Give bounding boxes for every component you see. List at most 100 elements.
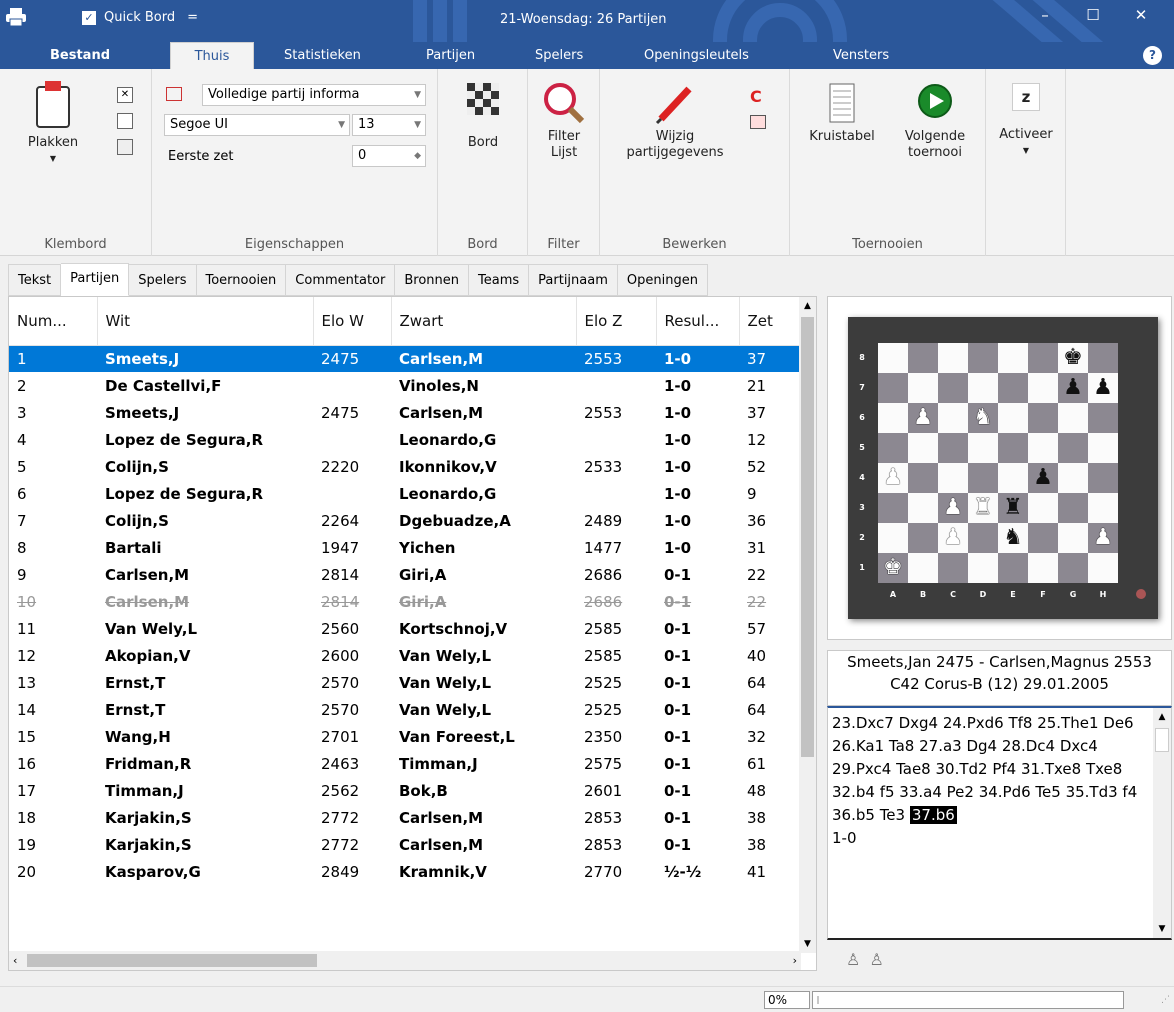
table-row[interactable]: 14 Ernst,T 2570 Van Wely,L 2525 0-1 64 xyxy=(9,696,801,723)
board-square[interactable] xyxy=(1058,433,1088,463)
black-pawn-icon[interactable]: ♟ xyxy=(1093,375,1113,400)
board-square[interactable] xyxy=(968,373,998,403)
table-row[interactable]: 7 Colijn,S 2264 Dgebuadze,A 2489 1-0 36 xyxy=(9,507,801,534)
edit-game-data-button[interactable]: Wijzig partijgegevens xyxy=(610,81,740,161)
black-knight-icon[interactable]: ♞ xyxy=(1003,525,1023,550)
table-row[interactable]: 16 Fridman,R 2463 Timman,J 2575 0-1 61 xyxy=(9,750,801,777)
board-square[interactable]: ♞ xyxy=(998,523,1028,553)
column-header[interactable]: Elo W xyxy=(313,297,392,346)
black-pawn-icon[interactable]: ♟ xyxy=(1033,465,1053,490)
board-square[interactable]: ♟ xyxy=(1088,373,1118,403)
scroll-left-icon[interactable]: ‹ xyxy=(13,951,17,970)
board-square[interactable] xyxy=(1088,403,1118,433)
cut-icon[interactable]: ✕ xyxy=(117,87,133,103)
board-square[interactable] xyxy=(968,463,998,493)
board-square[interactable] xyxy=(1058,523,1088,553)
board-square[interactable]: ♟ xyxy=(938,493,968,523)
board-square[interactable]: ♚ xyxy=(878,553,908,583)
white-pawn-icon[interactable]: ♟ xyxy=(943,495,963,520)
table-row[interactable]: 5 Colijn,S 2220 Ikonnikov,V 2533 1-0 52 xyxy=(9,453,801,480)
chess-board[interactable]: ♚ ♟ ♟ ♟ ♞ ♟ ♟ ♟ ♜ ♜ ♟ ♞ ♟ ♚ xyxy=(878,343,1118,583)
board-square[interactable] xyxy=(968,343,998,373)
help-icon[interactable]: ? xyxy=(1143,46,1162,65)
paste-button[interactable]: Plakken ▼ xyxy=(18,79,88,214)
swap-icon[interactable] xyxy=(750,115,766,129)
notation-scroll-up-icon[interactable]: ▲ xyxy=(1153,708,1171,726)
table-row[interactable]: 1 Smeets,J 2475 Carlsen,M 2553 1-0 37 xyxy=(9,345,801,372)
board-square[interactable] xyxy=(1028,523,1058,553)
panel-tab-spelers[interactable]: Spelers xyxy=(129,264,197,296)
board-square[interactable] xyxy=(908,343,938,373)
board-square[interactable] xyxy=(998,433,1028,463)
white-king-icon[interactable]: ♚ xyxy=(883,555,903,580)
board-square[interactable] xyxy=(968,523,998,553)
board-square[interactable]: ♟ xyxy=(1028,463,1058,493)
board-square[interactable] xyxy=(998,403,1028,433)
board-square[interactable] xyxy=(1028,373,1058,403)
table-row[interactable]: 11 Van Wely,L 2560 Kortschnoj,V 2585 0-1 57 xyxy=(9,615,801,642)
list-horizontal-scrollbar[interactable]: ‹ › xyxy=(9,951,801,970)
board-square[interactable] xyxy=(1028,403,1058,433)
black-king-icon[interactable]: ♚ xyxy=(1063,345,1083,370)
board-square[interactable] xyxy=(878,403,908,433)
board-square[interactable] xyxy=(878,433,908,463)
board-square[interactable]: ♚ xyxy=(1058,343,1088,373)
white-pawn-icon[interactable]: ♟ xyxy=(1093,525,1113,550)
board-square[interactable] xyxy=(1058,493,1088,523)
activate-button[interactable]: z Activeer ▼ xyxy=(992,83,1060,159)
list-vertical-scrollbar[interactable]: ▲ ▼ xyxy=(799,297,816,953)
table-row[interactable]: 2 De Castellvi,F Vinoles,N 1-0 21 xyxy=(9,372,801,399)
board-square[interactable] xyxy=(968,433,998,463)
board-square[interactable]: ♜ xyxy=(968,493,998,523)
list-horizontal-thumb[interactable] xyxy=(27,954,317,967)
board-square[interactable] xyxy=(878,523,908,553)
table-row[interactable]: 13 Ernst,T 2570 Van Wely,L 2525 0-1 64 xyxy=(9,669,801,696)
minimize-button[interactable]: – xyxy=(1022,0,1068,32)
table-row[interactable]: 19 Karjakin,S 2772 Carlsen,M 2853 0-1 38 xyxy=(9,831,801,858)
white-pawn-icon[interactable]: ♟ xyxy=(943,525,963,550)
board-square[interactable] xyxy=(998,553,1028,583)
board-square[interactable] xyxy=(1088,553,1118,583)
panel-tab-commentator[interactable]: Commentator xyxy=(286,264,396,296)
white-knight-icon[interactable]: ♞ xyxy=(973,405,993,430)
column-header[interactable]: Resul... xyxy=(656,297,740,346)
board-square[interactable]: ♟ xyxy=(1088,523,1118,553)
info-combo[interactable]: Volledige partij informa ▼ xyxy=(202,84,426,106)
scroll-right-icon[interactable]: › xyxy=(793,951,797,970)
board-square[interactable]: ♜ xyxy=(998,493,1028,523)
table-row[interactable]: 6 Lopez de Segura,R Leonardo,G 1-0 9 xyxy=(9,480,801,507)
white-pawn-icon[interactable]: ♟ xyxy=(913,405,933,430)
table-row[interactable]: 9 Carlsen,M 2814 Giri,A 2686 0-1 22 xyxy=(9,561,801,588)
quick-board-checkbox[interactable]: ✓ xyxy=(82,10,96,25)
font-combo[interactable]: Segoe UI ▼ xyxy=(164,114,350,136)
board-square[interactable]: ♟ xyxy=(878,463,908,493)
current-move[interactable]: 37.b6 xyxy=(909,806,957,824)
notation-scroll-thumb[interactable] xyxy=(1155,728,1169,752)
notation-scrollbar[interactable]: ▲ ▼ xyxy=(1153,708,1171,938)
white-pawn-icon[interactable]: ♙ xyxy=(846,950,860,969)
column-header[interactable]: Num... xyxy=(9,297,98,346)
board-square[interactable] xyxy=(938,463,968,493)
board-button[interactable]: Bord xyxy=(448,83,518,151)
copy-icon[interactable] xyxy=(117,113,133,129)
table-row[interactable]: 18 Karjakin,S 2772 Carlsen,M 2853 0-1 38 xyxy=(9,804,801,831)
board-square[interactable]: ♟ xyxy=(1058,373,1088,403)
maximize-button[interactable]: ☐ xyxy=(1070,0,1116,32)
panel-tab-tekst[interactable]: Tekst xyxy=(8,264,62,296)
panel-tab-partijen[interactable]: Partijen xyxy=(61,263,130,296)
list-vertical-thumb[interactable] xyxy=(801,317,814,757)
close-button[interactable]: ✕ xyxy=(1118,0,1164,32)
tab-thuis[interactable]: Thuis xyxy=(170,42,254,69)
magnet-icon[interactable]: C xyxy=(750,87,762,106)
board-square[interactable] xyxy=(1088,463,1118,493)
tab-bestand[interactable]: Bestand xyxy=(50,42,110,69)
board-square[interactable] xyxy=(1028,553,1058,583)
table-row[interactable]: 17 Timman,J 2562 Bok,B 2601 0-1 48 xyxy=(9,777,801,804)
notation-scroll-down-icon[interactable]: ▼ xyxy=(1153,920,1171,938)
white-rook-icon[interactable]: ♜ xyxy=(973,495,993,520)
board-square[interactable] xyxy=(938,373,968,403)
board-square[interactable] xyxy=(968,553,998,583)
notation-pane[interactable]: 23.Dxc7 Dxg4 24.Pxd6 Tf8 25.The1 De6 26.… xyxy=(827,706,1172,940)
board-square[interactable] xyxy=(908,493,938,523)
table-row[interactable]: 10 Carlsen,M 2814 Giri,A 2686 0-1 22 xyxy=(9,588,801,615)
